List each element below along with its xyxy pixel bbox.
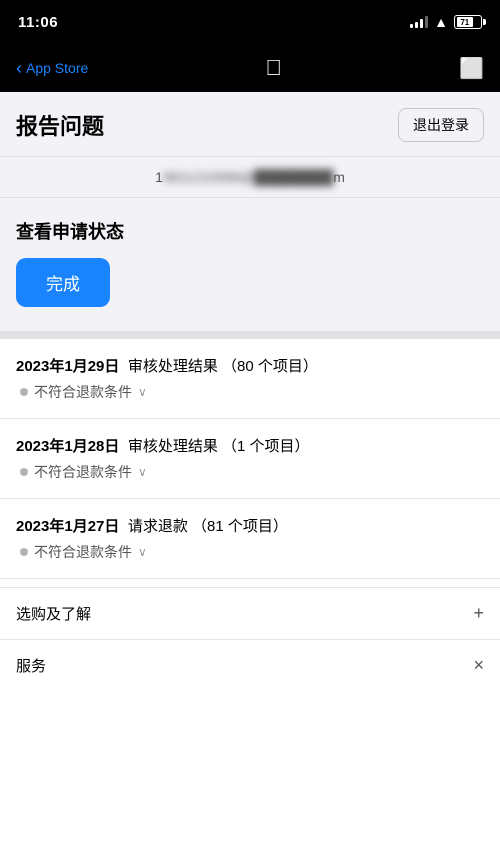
history-status-row[interactable]: 不符合退款条件 ∨ bbox=[16, 462, 484, 482]
status-time: 11:06 bbox=[18, 14, 58, 31]
status-text: 不符合退款条件 bbox=[34, 382, 132, 402]
logout-button[interactable]: 退出登录 bbox=[398, 108, 484, 142]
history-date: 2023年1月28日 bbox=[16, 438, 119, 455]
footer-purchases-icon: + bbox=[473, 603, 484, 624]
history-list: 2023年1月29日 审核处理结果 （80 个项目） 不符合退款条件 ∨ 202… bbox=[0, 339, 500, 579]
history-item-header: 2023年1月28日 审核处理结果 （1 个项目） bbox=[16, 435, 484, 456]
history-status-row[interactable]: 不符合退款条件 ∨ bbox=[16, 382, 484, 402]
bag-icon[interactable]: ⬜ bbox=[459, 56, 484, 81]
footer-services-label: 服务 bbox=[16, 655, 46, 676]
history-item: 2023年1月28日 审核处理结果 （1 个项目） 不符合退款条件 ∨ bbox=[0, 419, 500, 499]
footer-services-icon: × bbox=[473, 655, 484, 676]
status-chevron-icon: ∨ bbox=[138, 465, 147, 479]
history-action: 审核处理结果 （80 个项目） bbox=[128, 358, 318, 375]
status-text: 不符合退款条件 bbox=[34, 542, 132, 562]
footer: 选购及了解 + 服务 × bbox=[0, 587, 500, 691]
footer-item-purchases[interactable]: 选购及了解 + bbox=[0, 587, 500, 639]
history-item-header: 2023年1月29日 审核处理结果 （80 个项目） bbox=[16, 355, 484, 376]
nav-bar: ‹ App Store  ⬜ bbox=[0, 44, 500, 92]
back-button[interactable]: ‹ App Store bbox=[16, 59, 88, 77]
status-chevron-icon: ∨ bbox=[138, 385, 147, 399]
page-header: 报告问题 退出登录 bbox=[0, 92, 500, 157]
apple-logo-icon:  bbox=[265, 55, 282, 81]
history-date: 2023年1月27日 bbox=[16, 518, 119, 535]
history-action: 请求退款 （81 个项目） bbox=[128, 518, 288, 535]
view-status-section: 查看申请状态 完成 bbox=[0, 198, 500, 339]
footer-purchases-label: 选购及了解 bbox=[16, 603, 91, 624]
footer-item-services[interactable]: 服务 × bbox=[0, 639, 500, 691]
email-prefix: 1 bbox=[155, 169, 163, 185]
view-status-title: 查看申请状态 bbox=[16, 218, 484, 244]
history-item: 2023年1月29日 审核处理结果 （80 个项目） 不符合退款条件 ∨ bbox=[0, 339, 500, 419]
email-banner: 19811210998@████████m bbox=[0, 157, 500, 198]
status-bar: 11:06 ▲ 71 bbox=[0, 0, 500, 44]
back-chevron-icon: ‹ bbox=[16, 59, 22, 77]
status-dot-icon bbox=[20, 388, 28, 396]
history-action: 审核处理结果 （1 个项目） bbox=[128, 438, 310, 455]
status-text: 不符合退款条件 bbox=[34, 462, 132, 482]
status-dot-icon bbox=[20, 548, 28, 556]
email-blurred: 9811210998@████████ bbox=[163, 169, 333, 185]
back-label: App Store bbox=[26, 60, 88, 76]
status-dot-icon bbox=[20, 468, 28, 476]
wifi-icon: ▲ bbox=[434, 14, 448, 30]
history-status-row[interactable]: 不符合退款条件 ∨ bbox=[16, 542, 484, 562]
battery-icon: 71 bbox=[454, 15, 482, 29]
email-suffix: m bbox=[333, 169, 345, 185]
history-item: 2023年1月27日 请求退款 （81 个项目） 不符合退款条件 ∨ bbox=[0, 499, 500, 579]
history-date: 2023年1月29日 bbox=[16, 358, 119, 375]
status-chevron-icon: ∨ bbox=[138, 545, 147, 559]
done-button[interactable]: 完成 bbox=[16, 258, 110, 307]
page-title: 报告问题 bbox=[16, 109, 104, 141]
signal-icon bbox=[410, 16, 428, 28]
battery-level: 71 bbox=[457, 17, 473, 27]
history-item-header: 2023年1月27日 请求退款 （81 个项目） bbox=[16, 515, 484, 536]
status-icons: ▲ 71 bbox=[410, 14, 482, 30]
